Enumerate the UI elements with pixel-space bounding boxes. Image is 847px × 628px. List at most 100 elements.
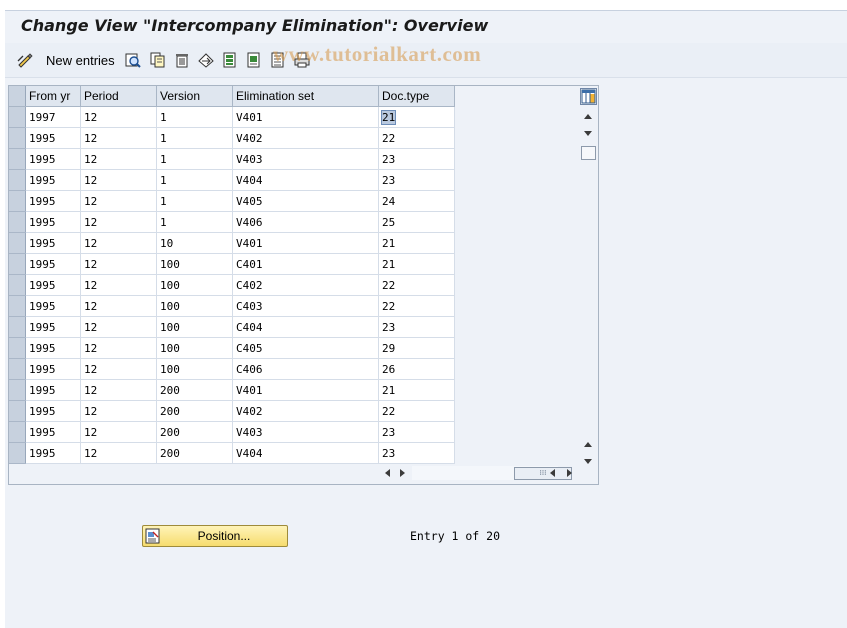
- select-all-button[interactable]: [222, 51, 238, 69]
- scroll-right-icon[interactable]: [400, 469, 405, 477]
- from-yr-cell[interactable]: 1995: [25, 232, 81, 254]
- elimination-set-cell[interactable]: C401: [232, 253, 379, 275]
- elimination-set-cell[interactable]: V402: [232, 400, 379, 422]
- version-cell[interactable]: 1: [156, 211, 233, 233]
- version-cell[interactable]: 100: [156, 316, 233, 338]
- elimination-set-cell[interactable]: C404: [232, 316, 379, 338]
- column-header-version[interactable]: Version: [156, 86, 233, 107]
- version-cell[interactable]: 1: [156, 169, 233, 191]
- row-selector[interactable]: [9, 253, 26, 275]
- version-cell[interactable]: 100: [156, 358, 233, 380]
- row-selector[interactable]: [9, 316, 26, 338]
- vertical-scroll-thumb[interactable]: [581, 146, 596, 160]
- period-cell[interactable]: 12: [80, 295, 157, 317]
- change-display-button[interactable]: [17, 51, 33, 69]
- doc-type-cell[interactable]: 25: [378, 211, 455, 233]
- horizontal-scroll-track[interactable]: ⁞⁞⁞: [412, 466, 572, 480]
- column-header-from-yr[interactable]: From yr: [25, 86, 81, 107]
- row-selector[interactable]: [9, 295, 26, 317]
- scroll-left-icon[interactable]: [385, 469, 390, 477]
- version-cell[interactable]: 100: [156, 295, 233, 317]
- elimination-set-cell[interactable]: V402: [232, 127, 379, 149]
- version-cell[interactable]: 1: [156, 148, 233, 170]
- period-cell[interactable]: 12: [80, 316, 157, 338]
- period-cell[interactable]: 12: [80, 253, 157, 275]
- from-yr-cell[interactable]: 1995: [25, 190, 81, 212]
- doc-type-cell[interactable]: 22: [378, 400, 455, 422]
- period-cell[interactable]: 12: [80, 358, 157, 380]
- from-yr-cell[interactable]: 1995: [25, 274, 81, 296]
- period-cell[interactable]: 12: [80, 400, 157, 422]
- doc-type-cell[interactable]: 23: [378, 421, 455, 443]
- scroll-up-icon[interactable]: [584, 114, 592, 119]
- vertical-scrollbar[interactable]: [578, 108, 598, 464]
- period-cell[interactable]: 12: [80, 421, 157, 443]
- row-selector[interactable]: [9, 337, 26, 359]
- elimination-set-cell[interactable]: C402: [232, 274, 379, 296]
- from-yr-cell[interactable]: 1995: [25, 337, 81, 359]
- elimination-set-cell[interactable]: V401: [232, 379, 379, 401]
- period-cell[interactable]: 12: [80, 211, 157, 233]
- doc-type-cell[interactable]: 21: [378, 379, 455, 401]
- elimination-set-cell[interactable]: V403: [232, 421, 379, 443]
- period-cell[interactable]: 12: [80, 232, 157, 254]
- undo-change-button[interactable]: [198, 51, 214, 69]
- row-selector[interactable]: [9, 232, 26, 254]
- elimination-set-cell[interactable]: V401: [232, 106, 379, 128]
- doc-type-cell[interactable]: 26: [378, 358, 455, 380]
- doc-type-cell[interactable]: 21: [378, 106, 455, 128]
- version-cell[interactable]: 10: [156, 232, 233, 254]
- version-cell[interactable]: 200: [156, 421, 233, 443]
- row-selector[interactable]: [9, 106, 26, 128]
- row-selector[interactable]: [9, 211, 26, 233]
- elimination-set-cell[interactable]: C405: [232, 337, 379, 359]
- elimination-set-cell[interactable]: C406: [232, 358, 379, 380]
- elimination-set-cell[interactable]: V403: [232, 148, 379, 170]
- row-selector[interactable]: [9, 148, 26, 170]
- table-settings-button[interactable]: [580, 88, 597, 105]
- row-selector[interactable]: [9, 400, 26, 422]
- period-cell[interactable]: 12: [80, 127, 157, 149]
- row-selector[interactable]: [9, 379, 26, 401]
- details-button[interactable]: [125, 51, 141, 69]
- doc-type-cell[interactable]: 24: [378, 190, 455, 212]
- from-yr-cell[interactable]: 1995: [25, 379, 81, 401]
- scroll-page-up-icon[interactable]: [584, 442, 592, 447]
- horizontal-scrollbar[interactable]: ⁞⁞⁞: [379, 465, 579, 483]
- period-cell[interactable]: 12: [80, 148, 157, 170]
- period-cell[interactable]: 12: [80, 442, 157, 464]
- from-yr-cell[interactable]: 1995: [25, 169, 81, 191]
- row-selector[interactable]: [9, 169, 26, 191]
- doc-type-cell[interactable]: 22: [378, 127, 455, 149]
- doc-type-cell[interactable]: 23: [378, 442, 455, 464]
- row-selector[interactable]: [9, 274, 26, 296]
- from-yr-cell[interactable]: 1995: [25, 211, 81, 233]
- row-selector[interactable]: [9, 358, 26, 380]
- doc-type-cell[interactable]: 23: [378, 169, 455, 191]
- column-header-period[interactable]: Period: [80, 86, 157, 107]
- doc-type-cell[interactable]: 23: [378, 148, 455, 170]
- from-yr-cell[interactable]: 1995: [25, 400, 81, 422]
- row-selector[interactable]: [9, 421, 26, 443]
- from-yr-cell[interactable]: 1995: [25, 358, 81, 380]
- elimination-set-cell[interactable]: V401: [232, 232, 379, 254]
- scroll-down-icon[interactable]: [584, 131, 592, 136]
- elimination-set-cell[interactable]: V406: [232, 211, 379, 233]
- period-cell[interactable]: 12: [80, 379, 157, 401]
- version-cell[interactable]: 100: [156, 274, 233, 296]
- elimination-set-cell[interactable]: V405: [232, 190, 379, 212]
- from-yr-cell[interactable]: 1995: [25, 421, 81, 443]
- period-cell[interactable]: 12: [80, 169, 157, 191]
- position-button[interactable]: Position...: [142, 525, 288, 547]
- delete-button[interactable]: [174, 51, 190, 69]
- version-cell[interactable]: 1: [156, 190, 233, 212]
- select-block-button[interactable]: [246, 51, 262, 69]
- doc-type-cell[interactable]: 21: [378, 232, 455, 254]
- version-cell[interactable]: 200: [156, 442, 233, 464]
- elimination-set-cell[interactable]: C403: [232, 295, 379, 317]
- from-yr-cell[interactable]: 1995: [25, 295, 81, 317]
- doc-type-cell[interactable]: 29: [378, 337, 455, 359]
- row-selector[interactable]: [9, 127, 26, 149]
- period-cell[interactable]: 12: [80, 274, 157, 296]
- elimination-set-cell[interactable]: V404: [232, 169, 379, 191]
